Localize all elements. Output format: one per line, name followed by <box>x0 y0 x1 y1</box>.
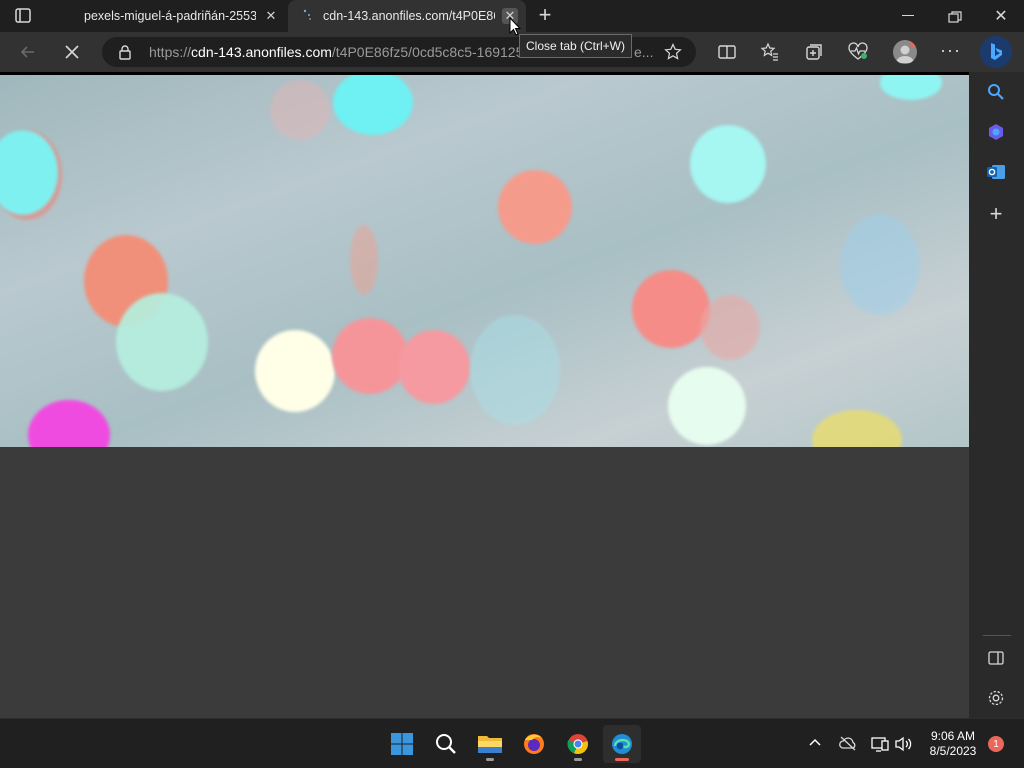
close-tab-icon[interactable]: ✕ <box>263 8 279 24</box>
favorite-star-icon[interactable] <box>664 43 682 61</box>
active-indicator <box>615 758 629 761</box>
firefox-icon[interactable] <box>515 725 553 763</box>
tab-anonfiles[interactable]: cdn-143.anonfiles.com/t4P0E86fz ✕ <box>288 0 526 32</box>
outlook-icon[interactable] <box>983 159 1009 185</box>
bing-copilot-icon[interactable] <box>980 36 1012 68</box>
onedrive-offline-icon[interactable] <box>838 735 858 751</box>
clock-date: 8/5/2023 <box>929 744 977 758</box>
browser-toolbar: https://cdn-143.anonfiles.com/t4P0E86fz5… <box>0 32 1024 72</box>
tab-title: pexels-miguel-á-padriñán-25537 <box>84 9 256 23</box>
running-indicator <box>486 758 494 761</box>
close-window-icon[interactable]: ✕ <box>992 6 1010 26</box>
sidebar-settings-icon[interactable] <box>983 685 1009 711</box>
url-path: /t4P0E86fz5/0cd5c8c5-169125 <box>331 44 524 60</box>
minimize-icon[interactable] <box>902 15 914 16</box>
add-sidebar-app-icon[interactable]: + <box>983 201 1009 227</box>
mouse-cursor-icon <box>509 16 523 37</box>
chrome-icon[interactable] <box>559 725 597 763</box>
start-windows-icon[interactable] <box>383 725 421 763</box>
tab-title: cdn-143.anonfiles.com/t4P0E86fz <box>323 9 495 23</box>
stop-loading-icon[interactable] <box>62 42 82 62</box>
taskbar-clock[interactable]: 9:06 AM 8/5/2023 <box>922 729 984 759</box>
collections-icon[interactable] <box>804 42 824 62</box>
bokeh-lights-image[interactable] <box>0 75 969 447</box>
network-icon[interactable] <box>870 735 890 753</box>
url-scheme: https:// <box>149 44 192 60</box>
sidebar-divider <box>983 635 1011 636</box>
hide-sidebar-icon[interactable] <box>983 645 1009 671</box>
clock-time: 9:06 AM <box>930 729 976 743</box>
url-tail: e... <box>634 44 654 60</box>
volume-icon[interactable] <box>894 735 914 753</box>
edge-taskbar-icon[interactable] <box>603 725 641 763</box>
close-tab-tooltip: Close tab (Ctrl+W) <box>519 34 632 58</box>
edge-sidebar: + <box>969 72 1024 718</box>
browser-essentials-icon[interactable] <box>847 42 869 62</box>
windows-taskbar: 9:06 AM 8/5/2023 1 <box>0 718 1024 768</box>
taskbar-search-icon[interactable] <box>427 725 465 763</box>
settings-more-icon[interactable]: ··· <box>940 40 962 60</box>
split-screen-icon[interactable] <box>717 42 737 62</box>
file-explorer-icon[interactable] <box>471 725 509 763</box>
tab-pexels[interactable]: pexels-miguel-á-padriñán-25537 ✕ <box>48 0 286 32</box>
show-hidden-icons-chevron-icon[interactable] <box>807 735 823 751</box>
running-indicator <box>574 758 582 761</box>
page-content <box>0 72 969 718</box>
profile-avatar[interactable] <box>893 40 917 64</box>
restore-icon[interactable] <box>948 10 962 23</box>
back-icon[interactable] <box>18 42 38 62</box>
copilot-icon[interactable] <box>983 119 1009 145</box>
loading-spinner-icon <box>302 8 316 22</box>
tab-actions-icon[interactable] <box>14 7 34 25</box>
search-icon[interactable] <box>983 79 1009 105</box>
lock-icon[interactable] <box>118 44 132 60</box>
new-tab-icon[interactable]: + <box>535 4 555 26</box>
notification-badge[interactable]: 1 <box>988 736 1004 752</box>
url-host: cdn-143.anonfiles.com <box>191 44 332 60</box>
favorites-icon[interactable] <box>760 42 780 62</box>
